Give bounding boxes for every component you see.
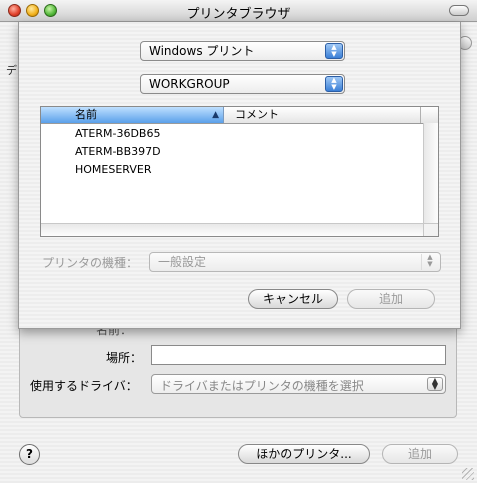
location-label: 場所： bbox=[106, 351, 143, 365]
printer-model-select[interactable]: 一般設定 ▲ ▼ bbox=[149, 252, 441, 272]
title-bar: プリンタブラウザ bbox=[0, 0, 477, 22]
workgroup-value: WORKGROUP bbox=[149, 77, 230, 91]
driver-select[interactable]: ドライバまたはプリンタの機種を選択 ▲ ▼ bbox=[151, 374, 446, 394]
sort-ascending-icon: ▲ bbox=[212, 110, 219, 120]
help-button[interactable]: ? bbox=[19, 444, 40, 465]
list-item[interactable]: ATERM-36DB65 bbox=[75, 125, 160, 142]
cancel-button[interactable]: キャンセル bbox=[248, 289, 338, 309]
connection-type-popup[interactable]: Windows プリント ▲ ▼ bbox=[140, 41, 345, 61]
workgroup-popup[interactable]: WORKGROUP ▲ ▼ bbox=[140, 74, 345, 94]
window-title: プリンタブラウザ bbox=[186, 7, 291, 22]
popup-arrows-icon: ▲ ▼ bbox=[325, 76, 343, 92]
browser-sheet: Windows プリント ▲ ▼ WORKGROUP ▲ ▼ 名前 ▲ コメント A… bbox=[18, 22, 461, 329]
printer-browser-window: プリンタブラウザ デ 名前： 場所： 使用するドライバ： ドライバまたはプリンタ… bbox=[0, 0, 477, 483]
footer-add-button[interactable]: 追加 bbox=[382, 444, 458, 464]
add-button[interactable]: 追加 bbox=[347, 289, 435, 309]
column-header-comment[interactable]: コメント bbox=[225, 107, 421, 123]
printer-details-panel bbox=[19, 315, 457, 418]
list-item[interactable]: ATERM-BB397D bbox=[75, 143, 161, 160]
printer-list: 名前 ▲ コメント ATERM-36DB65 ATERM-BB397D HOME… bbox=[40, 106, 439, 237]
driver-select-value: ドライバまたはプリンタの機種を選択 bbox=[160, 379, 364, 393]
column-header-name[interactable]: 名前 ▲ bbox=[41, 107, 224, 123]
select-arrows-icon: ▲ ▼ bbox=[421, 254, 438, 270]
background-partial-text: デ bbox=[6, 64, 17, 77]
vertical-scrollbar[interactable] bbox=[423, 123, 438, 223]
horizontal-scrollbar[interactable] bbox=[41, 223, 424, 236]
other-printer-button[interactable]: ほかのプリンタ... bbox=[238, 444, 370, 464]
resize-grip-icon[interactable] bbox=[462, 468, 474, 480]
printer-model-value: 一般設定 bbox=[158, 255, 207, 269]
location-field[interactable] bbox=[151, 345, 446, 365]
toolbar-toggle-button[interactable] bbox=[449, 5, 469, 16]
list-header: 名前 ▲ コメント bbox=[41, 107, 438, 124]
driver-label: 使用するドライバ： bbox=[30, 379, 138, 393]
popup-arrows-icon: ▲ ▼ bbox=[325, 43, 343, 59]
printer-model-label: プリンタの機種： bbox=[42, 256, 139, 270]
select-arrows-icon: ▲ ▼ bbox=[427, 377, 443, 391]
scroll-corner bbox=[423, 223, 438, 236]
connection-type-value: Windows プリント bbox=[149, 44, 255, 58]
list-item[interactable]: HOMESERVER bbox=[75, 161, 151, 178]
